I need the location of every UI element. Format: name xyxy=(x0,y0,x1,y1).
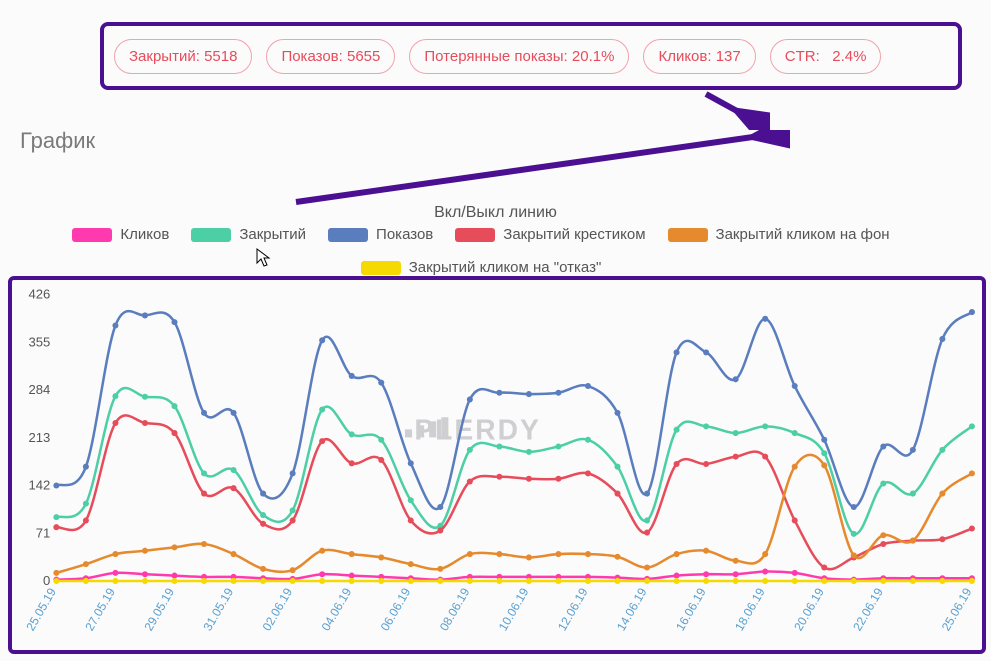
stat-closings-label: Закрытий: xyxy=(129,48,200,65)
legend-label-impressions: Показов xyxy=(376,226,433,243)
section-title: График xyxy=(20,128,95,154)
chart-highlight-box: PLERDY07114221328435542625.05.1927.05.19… xyxy=(8,276,986,654)
legend-item-clicks[interactable]: Кликов xyxy=(72,226,187,243)
swatch-closed-bg-icon xyxy=(668,228,708,242)
svg-text:27.05.19: 27.05.19 xyxy=(82,585,118,633)
svg-text:06.06.19: 06.06.19 xyxy=(378,585,414,633)
chart-legend: Кликов Закрытий Показов Закрытий крестик… xyxy=(40,226,940,276)
line-chart[interactable]: PLERDY07114221328435542625.05.1927.05.19… xyxy=(12,280,982,650)
arrow-to-stats-icon xyxy=(700,90,770,130)
svg-text:20.06.19: 20.06.19 xyxy=(791,585,827,633)
svg-text:284: 284 xyxy=(28,382,50,397)
svg-text:71: 71 xyxy=(36,525,51,540)
stat-ctr-value: 2.4% xyxy=(832,48,866,65)
svg-text:426: 426 xyxy=(28,287,50,302)
svg-text:08.06.19: 08.06.19 xyxy=(437,585,473,633)
stat-clicks-pill: Кликов: 137 xyxy=(643,39,755,74)
legend-item-impressions[interactable]: Показов xyxy=(328,226,451,243)
svg-text:12.06.19: 12.06.19 xyxy=(555,585,591,633)
svg-text:25.06.19: 25.06.19 xyxy=(939,585,975,633)
svg-text:355: 355 xyxy=(28,334,50,349)
stat-ctr-pill: CTR: 2.4% xyxy=(770,39,882,74)
legend-title: Вкл/Выкл линию xyxy=(0,204,991,222)
legend-label-closed-reject: Закрытий кликом на "отказ" xyxy=(409,259,602,276)
stat-impressions-label: Показов: xyxy=(281,48,342,65)
stat-closings-pill: Закрытий: 5518 xyxy=(114,39,252,74)
swatch-clicks-icon xyxy=(72,228,112,242)
svg-text:22.06.19: 22.06.19 xyxy=(850,585,886,633)
swatch-closed-reject-icon xyxy=(361,261,401,275)
stat-impressions-value: 5655 xyxy=(347,48,380,65)
legend-label-closings: Закрытий xyxy=(239,226,306,243)
svg-text:31.05.19: 31.05.19 xyxy=(201,585,237,633)
stats-bar: Закрытий: 5518 Показов: 5655 Потерянные … xyxy=(104,26,958,86)
stat-ctr-label: CTR: xyxy=(785,48,820,65)
legend-item-closed-x[interactable]: Закрытий крестиком xyxy=(455,226,663,243)
legend-item-closed-bg[interactable]: Закрытий кликом на фон xyxy=(668,226,908,243)
arrow-to-chart-icon xyxy=(290,130,790,210)
svg-text:PLERDY: PLERDY xyxy=(414,413,541,445)
svg-text:18.06.19: 18.06.19 xyxy=(732,585,768,633)
svg-text:02.06.19: 02.06.19 xyxy=(260,585,296,633)
stat-clicks-value: 137 xyxy=(716,48,741,65)
svg-text:142: 142 xyxy=(28,478,50,493)
svg-text:14.06.19: 14.06.19 xyxy=(614,585,650,633)
stat-lost-pill: Потерянные показы: 20.1% xyxy=(409,39,629,74)
stat-clicks-label: Кликов: xyxy=(658,48,711,65)
svg-text:29.05.19: 29.05.19 xyxy=(141,585,177,633)
svg-text:25.05.19: 25.05.19 xyxy=(23,585,59,633)
swatch-closed-x-icon xyxy=(455,228,495,242)
swatch-impressions-icon xyxy=(328,228,368,242)
stat-lost-value: 20.1% xyxy=(572,48,615,65)
legend-item-closed-reject[interactable]: Закрытий кликом на "отказ" xyxy=(361,259,620,276)
svg-text:16.06.19: 16.06.19 xyxy=(673,585,709,633)
legend-label-closed-x: Закрытий крестиком xyxy=(503,226,645,243)
legend-item-closings[interactable]: Закрытий xyxy=(191,226,324,243)
legend-label-closed-bg: Закрытий кликом на фон xyxy=(716,226,890,243)
svg-text:213: 213 xyxy=(28,430,50,445)
stats-highlight-box: Закрытий: 5518 Показов: 5655 Потерянные … xyxy=(100,22,962,90)
stat-impressions-pill: Показов: 5655 xyxy=(266,39,395,74)
swatch-closings-icon xyxy=(191,228,231,242)
stat-lost-label: Потерянные показы: xyxy=(424,48,567,65)
legend-label-clicks: Кликов xyxy=(120,226,169,243)
svg-text:10.06.19: 10.06.19 xyxy=(496,585,532,633)
stat-closings-value: 5518 xyxy=(204,48,237,65)
page: Закрытий: 5518 Показов: 5655 Потерянные … xyxy=(0,0,991,661)
svg-text:04.06.19: 04.06.19 xyxy=(319,585,355,633)
